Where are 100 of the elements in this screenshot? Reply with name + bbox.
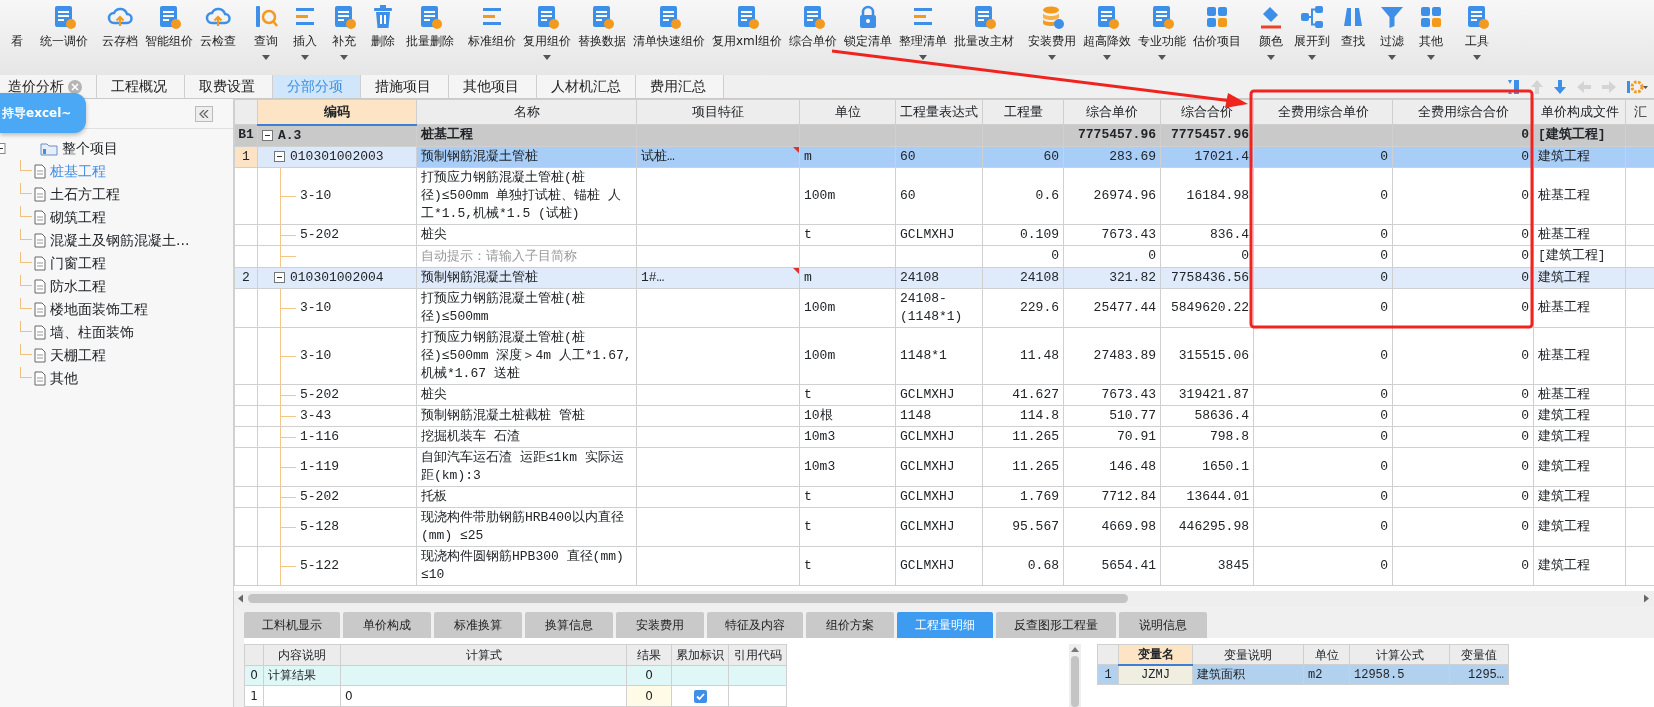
toolbar-button[interactable]: 复用xml组价: [711, 2, 784, 63]
tree-item[interactable]: 天棚工程: [50, 345, 106, 366]
table-row[interactable]: 5-202 桩尖 t GCLMXHJ 0.109 7673.43 836.4 0 0 桩基工程: [234, 224, 1654, 245]
toolbar-button[interactable]: 其他: [1414, 2, 1449, 63]
tab[interactable]: 换算信息: [525, 612, 613, 638]
toolbar-button[interactable]: 整理清单: [898, 2, 949, 63]
table-row[interactable]: 1 JZMJ 建筑面积 m2 12958.5 1295…: [1097, 664, 1509, 685]
toolbar-button[interactable]: 过滤: [1375, 2, 1410, 63]
toolbar-button[interactable]: 工具: [1460, 2, 1495, 63]
toolbar-button[interactable]: 展开到: [1293, 2, 1332, 63]
table-row[interactable]: 3-10 打预应力钢筋混凝土管桩(桩径)≤500mm 100m 24108-(1148*1) 229.6 25477.44 5849620.22 0 0 桩基工程: [234, 288, 1654, 327]
tab[interactable]: 措施项目: [361, 75, 449, 98]
column-header[interactable]: 工程量: [982, 99, 1064, 125]
tab[interactable]: 工程概况: [97, 75, 185, 98]
toolbar-button[interactable]: 综合单价: [788, 2, 839, 63]
column-header[interactable]: 累加标识: [671, 644, 729, 666]
toolbar-button[interactable]: 统一调价: [39, 2, 89, 51]
tab[interactable]: 组价方案: [806, 612, 894, 638]
tab[interactable]: 反查图形工程量: [996, 612, 1116, 638]
checkbox[interactable]: [693, 690, 707, 704]
tab[interactable]: 单价构成: [343, 612, 431, 638]
toolbar-button[interactable]: 替换数据: [577, 2, 627, 63]
tree-item[interactable]: 楼地面装饰工程: [50, 299, 148, 320]
toolbar-button[interactable]: 清单快速组价: [632, 2, 706, 63]
table-row[interactable]: 1-119 自卸汽车运石渣 运距≤1km 实际运距(km):3 10m3 GCLMXHJ 11.265 146.48 1650.1 0 0 建筑工程: [234, 447, 1654, 486]
collapse-button[interactable]: [195, 105, 213, 122]
column-header[interactable]: 全费用综合单价: [1253, 99, 1393, 125]
toolbar-button[interactable]: 看: [0, 2, 34, 51]
toolbar-button[interactable]: 查找: [1336, 2, 1371, 63]
tree-item[interactable]: 门窗工程: [50, 253, 106, 274]
tree-item[interactable]: 其他: [50, 368, 78, 389]
tab[interactable]: 标准换算: [434, 612, 522, 638]
collapse-toggle[interactable]: [274, 271, 285, 283]
column-header[interactable]: 计算公式: [1349, 644, 1450, 665]
tab[interactable]: 说明信息: [1119, 612, 1207, 638]
arrow-down-icon[interactable]: [1553, 78, 1567, 95]
table-row[interactable]: 3-10 打预应力钢筋混凝土管桩(桩径)≤500mm 深度＞4m 人工*1.67,机械*1.67 送桩 100m 1148*1 11.48 27483.89 315515.06 0 0 桩基工程: [234, 327, 1654, 384]
column-header[interactable]: 计算式: [340, 644, 627, 666]
toolbar-button[interactable]: 查询: [249, 2, 283, 63]
table-row[interactable]: 5-122 现浇构件圆钢筋HPB300 直径(mm) ≤10 t GCLMXHJ 0.68 5654.41 3845 0 0 建筑工程: [234, 546, 1654, 585]
tree-item[interactable]: 砌筑工程: [50, 207, 106, 228]
toolbar-button[interactable]: 颜色: [1254, 2, 1289, 63]
table-row[interactable]: 2 010301002004 预制钢筋混凝土管桩 1#… m 24108 24108 321.82 7758436.56 0 0 建筑工程: [234, 267, 1654, 288]
tab[interactable]: 取费设置: [185, 75, 273, 98]
table-row[interactable]: 5-202 托板 t GCLMXHJ 1.769 7712.84 13644.01 0 0 建筑工程: [234, 486, 1654, 507]
table-row[interactable]: 自动提示：请输入子目简称 0 0 0 0 0 [建筑工程]: [234, 245, 1654, 267]
table-row[interactable]: 1 010301002003 预制钢筋混凝土管桩 试桩… m 60 60 283.69 17021.4 0 0 建筑工程: [234, 146, 1654, 167]
arrow-up-icon[interactable]: [1530, 78, 1544, 95]
tree-item[interactable]: 墙、柱面装饰: [50, 322, 134, 343]
column-header[interactable]: 单价构成文件: [1533, 99, 1626, 125]
settings-icon[interactable]: [1626, 78, 1648, 95]
tree-item[interactable]: 整个项目: [62, 138, 118, 159]
column-header[interactable]: 变量值: [1449, 644, 1509, 665]
tab[interactable]: 安装费用: [616, 612, 704, 638]
tab[interactable]: 其他项目: [449, 75, 537, 98]
column-header[interactable]: 汇: [1625, 99, 1654, 125]
toolbar-button[interactable]: 云存档: [101, 2, 139, 51]
column-header[interactable]: 工程量表达式: [895, 99, 983, 125]
toolbar-button[interactable]: 批量改主材: [953, 2, 1016, 63]
table-row[interactable]: 1-116 挖掘机装车 石渣 10m3 GCLMXHJ 11.265 70.91 798.8 0 0 建筑工程: [234, 426, 1654, 447]
collapse-toggle[interactable]: [274, 150, 285, 162]
table-row[interactable]: 3-43 预制钢筋混凝土桩截桩 管桩 10根 1148 114.8 510.77 58636.4 0 0 建筑工程: [234, 405, 1654, 426]
column-header[interactable]: 编码: [257, 99, 417, 125]
column-header[interactable]: 结果: [626, 644, 672, 666]
column-header[interactable]: 引用代码: [728, 644, 787, 666]
close-icon[interactable]: [68, 79, 82, 94]
collapse-toggle[interactable]: [262, 129, 273, 141]
column-header[interactable]: 单位: [799, 99, 896, 125]
toolbar-button[interactable]: 删除: [366, 2, 400, 63]
column-header[interactable]: 变量说明: [1192, 644, 1304, 665]
column-header[interactable]: 名称: [416, 99, 637, 125]
toolbar-button[interactable]: 专业功能: [1137, 2, 1188, 63]
toolbar-button[interactable]: 插入: [288, 2, 322, 63]
toolbar-button[interactable]: 批量删除: [405, 2, 455, 63]
column-header[interactable]: 单位: [1303, 644, 1350, 665]
toolbar-button[interactable]: 标准组价: [467, 2, 517, 63]
toolbar-button[interactable]: 云检查: [199, 2, 237, 51]
tab[interactable]: 特征及内容: [707, 612, 803, 638]
table-row[interactable]: B1 A.3 桩基工程 7775457.96 7775457.96 0 [建筑工程]: [234, 124, 1654, 146]
tree-item[interactable]: 土石方工程: [50, 184, 120, 205]
toolbar-button[interactable]: 锁定清单: [843, 2, 894, 63]
table-row[interactable]: 5-128 现浇构件带肋钢筋HRB400以内直径(mm) ≤25 t GCLMXHJ 95.567 4669.98 446295.98 0 0 建筑工程: [234, 507, 1654, 546]
toolbar-button[interactable]: 超高降效: [1082, 2, 1133, 63]
column-header[interactable]: 变量名: [1118, 644, 1193, 665]
toolbar-button[interactable]: 智能组价: [144, 2, 194, 51]
toolbar-button[interactable]: 补充: [327, 2, 361, 63]
column-header[interactable]: 内容说明: [263, 644, 341, 666]
column-header[interactable]: 项目特征: [636, 99, 800, 125]
tree-item[interactable]: 混凝土及钢筋混凝土...: [50, 230, 190, 251]
collapse-toggle-icon[interactable]: [0, 143, 6, 154]
tab[interactable]: 费用汇总: [636, 75, 724, 98]
table-row[interactable]: 3-10 打预应力钢筋混凝土管桩(桩径)≤500mm 单独打试桩、锚桩 人工*1.5,机械*1.5 (试桩) 100m 60 0.6 26974.96 16184.98 0 0 桩基工程: [234, 167, 1654, 224]
toolbar-button[interactable]: 安装费用: [1027, 2, 1078, 63]
tree-item[interactable]: 防水工程: [50, 276, 106, 297]
vertical-scrollbar[interactable]: [1069, 644, 1081, 707]
toolbar-button[interactable]: 估价项目: [1192, 2, 1243, 63]
column-width-icon[interactable]: [1507, 78, 1521, 95]
table-row[interactable]: 5-202 桩尖 t GCLMXHJ 41.627 7673.43 319421.87 0 0 桩基工程: [234, 384, 1654, 405]
toolbar-button[interactable]: 复用组价: [522, 2, 572, 63]
tab[interactable]: 人材机汇总: [537, 75, 636, 98]
